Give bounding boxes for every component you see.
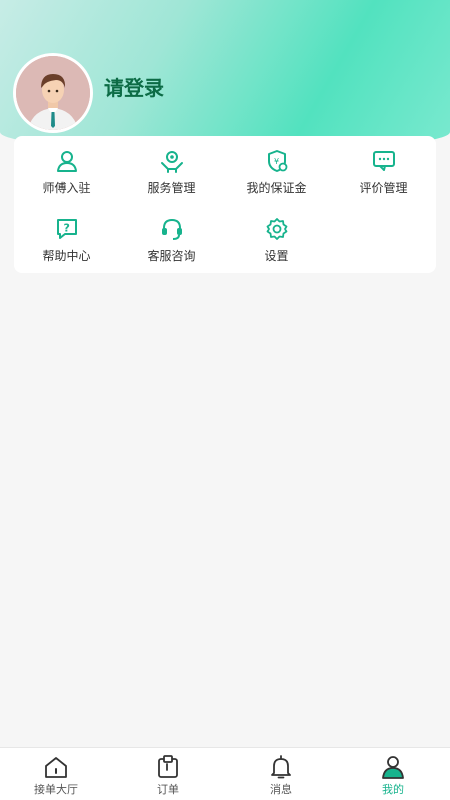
hand-gear-icon [160,151,183,173]
comment-icon [372,151,395,171]
tab-label: 我的 [382,783,404,796]
tab-orders[interactable]: 订单 [112,754,224,797]
menu-item-label: 帮助中心 [42,249,91,263]
menu-item-help-center[interactable]: ? 帮助中心 [14,216,119,264]
avatar-person-icon [16,56,90,130]
tab-order-hall[interactable]: 接单大厅 [0,754,112,797]
menu-item-label: 客服咨询 [147,249,196,263]
menu-item-customer-service[interactable]: 客服咨询 [119,216,224,264]
gear-icon [266,218,287,240]
clipboard-icon [158,755,178,778]
tab-messages[interactable]: 消息 [225,754,337,797]
menu-item-label: 服务管理 [147,181,196,195]
svg-text:¥: ¥ [274,157,279,166]
menu-item-reviews[interactable]: 评价管理 [331,148,436,196]
menu-item-deposit[interactable]: ¥ 我的保证金 [224,148,329,196]
menu-item-label: 师傅入驻 [42,181,91,195]
menu-item-label: 我的保证金 [246,181,307,195]
help-icon: ? [56,219,77,239]
tab-label: 订单 [157,783,179,796]
bell-icon [271,755,291,779]
login-link[interactable]: 请登录 [104,72,164,101]
menu-item-label: 设置 [264,249,289,263]
profile-icon [382,756,404,779]
menu-item-service-management[interactable]: 服务管理 [119,148,224,196]
tab-label: 接单大厅 [34,783,78,796]
avatar[interactable] [16,56,90,130]
tab-mine[interactable]: 我的 [337,754,449,797]
menu-item-master-join[interactable]: 师傅入驻 [14,148,119,196]
bottom-tab-bar: 接单大厅 订单 消息 我的 [0,747,450,800]
user-icon [56,151,77,172]
svg-text:?: ? [63,222,69,235]
tab-label: 消息 [270,783,292,796]
menu-item-label: 评价管理 [359,181,408,195]
headset-icon [161,218,182,240]
menu-card: 师傅入驻 服务管理 ¥ 我的保证金 评价管理 ? 帮助中心 客服咨询 设置 [14,136,436,273]
menu-item-settings[interactable]: 设置 [224,216,329,264]
shield-money-icon: ¥ [267,150,287,172]
home-icon [45,757,67,778]
